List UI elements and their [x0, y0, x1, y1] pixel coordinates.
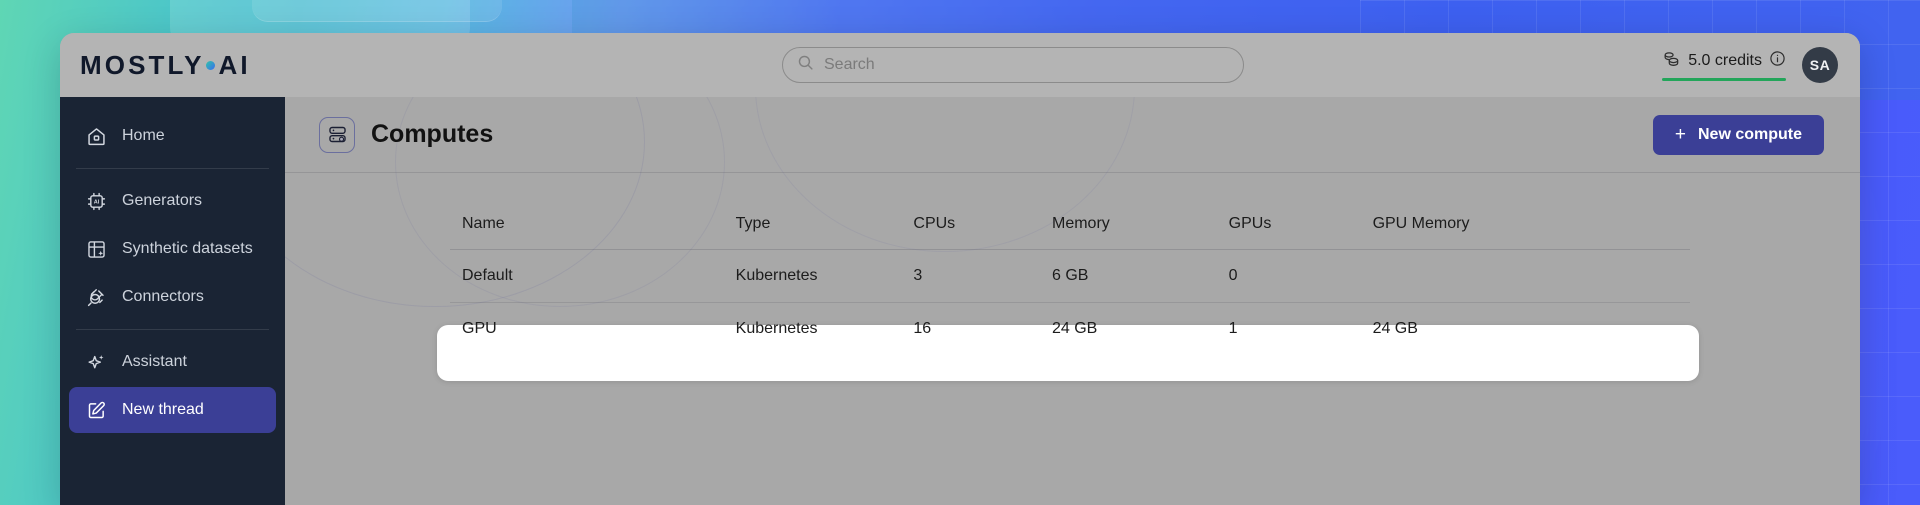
svg-text:AI: AI — [93, 199, 99, 205]
coins-icon — [1662, 49, 1681, 73]
cell-gpu-memory: 24 GB — [1372, 320, 1418, 338]
top-bar-right: 5.0 credits SA — [1662, 47, 1838, 83]
table-head: Name Type CPUs Memory GPUs GPU Memory — [450, 215, 1690, 250]
computes-table: Name Type CPUs Memory GPUs GPU Memory De… — [450, 215, 1690, 356]
cell-type: Kubernetes — [735, 320, 818, 338]
cell-gpus: 0 — [1228, 267, 1238, 284]
cell-type: Kubernetes — [735, 267, 818, 284]
page-title: Computes — [371, 120, 494, 148]
column-header-gpu-memory[interactable]: GPU Memory — [1372, 215, 1690, 250]
table-area: Name Type CPUs Memory GPUs GPU Memory De… — [285, 173, 1860, 381]
credits-label: 5.0 credits — [1688, 51, 1762, 69]
plus-icon: + — [1674, 124, 1686, 145]
table-row[interactable]: GPU Kubernetes 16 24 GB 1 24 GB — [450, 303, 1690, 356]
search-icon — [797, 54, 814, 76]
search-box[interactable] — [782, 47, 1244, 83]
sidebar: Home AI Generators Synthetic datasets Co… — [60, 97, 285, 505]
column-header-cpus[interactable]: CPUs — [913, 215, 1052, 250]
sidebar-item-connectors[interactable]: Connectors — [69, 274, 276, 320]
sidebar-item-label: New thread — [122, 401, 204, 418]
brand-name-left: MOSTLY — [80, 49, 205, 80]
home-icon — [85, 125, 107, 147]
body: Home AI Generators Synthetic datasets Co… — [60, 97, 1860, 505]
column-header-memory[interactable]: Memory — [1051, 215, 1229, 250]
new-compute-button[interactable]: + New compute — [1652, 114, 1824, 155]
chip-ai-icon: AI — [85, 190, 107, 212]
cell-name: GPU — [462, 320, 497, 338]
search-container — [782, 47, 1244, 83]
sidebar-divider-1 — [76, 168, 269, 169]
column-header-type[interactable]: Type — [735, 215, 914, 250]
sidebar-item-label: Generators — [122, 192, 203, 209]
sidebar-item-home[interactable]: Home — [69, 113, 276, 159]
brand-dot-icon — [205, 60, 215, 70]
column-header-gpus[interactable]: GPUs — [1228, 215, 1373, 250]
brand-logo[interactable]: MOSTLY AI — [80, 50, 251, 81]
table-body: Default Kubernetes 3 6 GB 0 GPU Kubernet… — [450, 250, 1690, 356]
sidebar-item-generators[interactable]: AI Generators — [69, 178, 276, 224]
pencil-square-icon — [85, 399, 107, 421]
sparkle-icon — [85, 351, 107, 373]
plug-icon — [85, 286, 107, 308]
cell-gpu-memory — [1373, 250, 1690, 303]
sidebar-item-label: Home — [122, 127, 165, 144]
top-bar: MOSTLY AI Search 5.0 credits SA — [60, 33, 1860, 97]
server-gear-icon — [319, 116, 355, 153]
new-compute-label: New compute — [1697, 125, 1802, 143]
sidebar-item-assistant[interactable]: Assistant — [69, 339, 276, 385]
cell-cpus: 3 — [913, 267, 923, 284]
main-content: Computes + New compute Name Type CPUs Me… — [285, 97, 1860, 505]
credits-widget[interactable]: 5.0 credits — [1662, 49, 1786, 82]
cell-cpus: 16 — [913, 320, 932, 338]
search-input[interactable] — [824, 56, 1229, 74]
background-shape-b — [252, 0, 502, 22]
sidebar-item-label: Synthetic datasets — [122, 240, 253, 257]
info-circle-icon[interactable] — [1769, 50, 1786, 72]
page-header: Computes + New compute — [285, 97, 1860, 173]
sidebar-item-new-thread[interactable]: New thread — [69, 387, 276, 433]
sidebar-item-label: Assistant — [122, 353, 187, 370]
cell-name: Default — [462, 267, 513, 284]
cell-gpus: 1 — [1228, 320, 1238, 338]
table-header-row: Name Type CPUs Memory GPUs GPU Memory — [450, 215, 1690, 250]
sidebar-item-synthetic-datasets[interactable]: Synthetic datasets — [69, 226, 276, 272]
cell-memory: 6 GB — [1051, 267, 1089, 284]
brand-name-right: AI — [218, 49, 251, 80]
cell-memory: 24 GB — [1051, 320, 1098, 338]
sidebar-item-label: Connectors — [122, 288, 204, 305]
table-row[interactable]: Default Kubernetes 3 6 GB 0 — [450, 250, 1690, 303]
credits-progress-bar — [1662, 77, 1786, 81]
sidebar-divider-2 — [76, 329, 269, 330]
column-header-name[interactable]: Name — [450, 215, 736, 250]
avatar[interactable]: SA — [1802, 47, 1838, 83]
table-sparkle-icon — [85, 238, 107, 260]
credits-row: 5.0 credits — [1662, 49, 1786, 73]
app-window: MOSTLY AI Search 5.0 credits SA Home AI … — [60, 33, 1860, 505]
